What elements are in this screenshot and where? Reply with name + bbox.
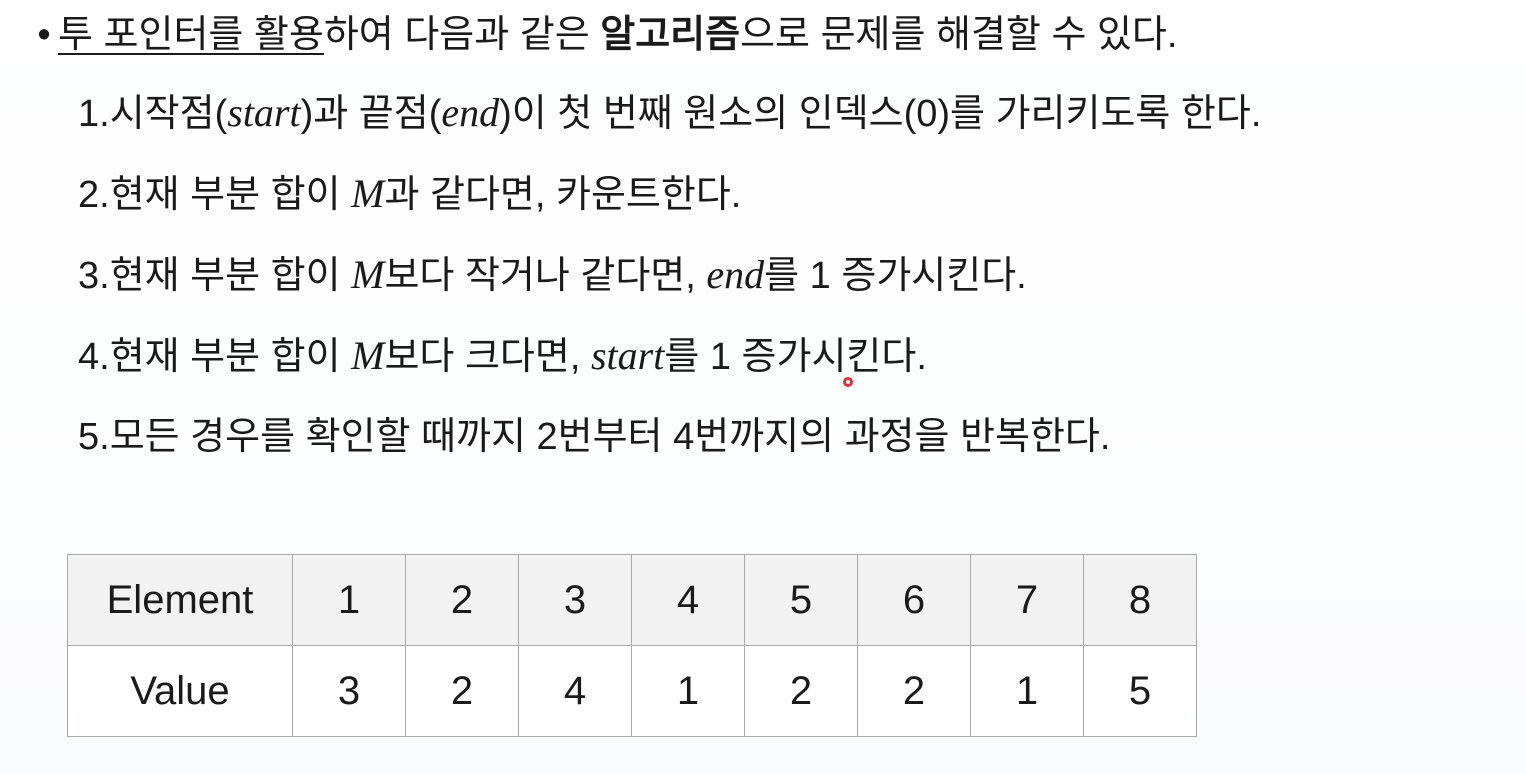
bullet-dot: •	[37, 14, 51, 56]
element-cell: 2	[405, 554, 519, 646]
value-header-cell: Value	[67, 645, 293, 737]
step-text: 시작점(	[109, 93, 228, 135]
math-variable: M	[351, 252, 385, 297]
step-text: 과 같다면, 카운트한다.	[384, 174, 742, 216]
step-item: 5.모든 경우를 확인할 때까지 2번부터 4번까지의 과정을 반복한다.	[78, 412, 1261, 493]
math-variable: start	[227, 90, 301, 135]
math-variable: M	[351, 333, 385, 378]
math-variable: start	[590, 333, 665, 378]
step-text: )이 첫 번째 원소의 인덱스(0)를 가리키도록 한다.	[499, 93, 1262, 135]
value-cell: 2	[744, 645, 858, 737]
value-cell: 2	[405, 645, 519, 737]
element-header-cell: Element	[67, 554, 293, 646]
step-text: 를 1 증가시킨다.	[664, 336, 927, 378]
step-number: 4.	[78, 336, 110, 378]
value-cell: 4	[518, 645, 632, 737]
step-text: 를 1 증가시킨다.	[764, 255, 1027, 297]
step-text: 보다 크다면,	[384, 336, 591, 378]
intro-middle-text: 하여 다음과 같은	[323, 14, 601, 56]
math-variable: end	[441, 90, 500, 135]
element-cell: 7	[970, 554, 1084, 646]
step-number: 1.	[78, 93, 110, 135]
element-cell: 6	[857, 554, 971, 646]
element-cell: 4	[631, 554, 745, 646]
step-item: 2.현재 부분 합이 M과 같다면, 카운트한다.	[78, 169, 1261, 250]
step-list: 1.시작점(start)과 끝점(end)이 첫 번째 원소의 인덱스(0)를 …	[78, 88, 1261, 493]
value-cell: 3	[292, 645, 406, 737]
step-number: 3.	[78, 255, 110, 297]
value-cell: 2	[857, 645, 971, 737]
value-cell: 5	[1083, 645, 1197, 737]
element-cell: 8	[1083, 554, 1197, 646]
intro-bullet: • 투 포인터를 활용하여 다음과 같은 알고리즘으로 문제를 해결할 수 있다.	[30, 10, 1177, 60]
laser-pointer-icon	[843, 377, 853, 387]
element-cell: 5	[744, 554, 858, 646]
element-cell: 3	[518, 554, 632, 646]
step-text: 모든 경우를 확인할 때까지 2번부터 4번까지의 과정을 반복한다.	[109, 416, 1111, 458]
underlined-phrase: 투 포인터를 활용	[58, 14, 324, 56]
step-number: 2.	[78, 174, 110, 216]
element-row: Element 12345678	[67, 554, 1197, 646]
math-variable: end	[706, 252, 765, 297]
math-variable: M	[351, 171, 385, 216]
value-cell: 1	[970, 645, 1084, 737]
intro-end-text: 으로 문제를 해결할 수 있다.	[740, 14, 1178, 56]
step-item: 3.현재 부분 합이 M보다 작거나 같다면, end를 1 증가시킨다.	[78, 250, 1261, 331]
step-number: 5.	[78, 416, 110, 458]
step-text: 현재 부분 합이	[109, 336, 352, 378]
step-text: )과 끝점(	[300, 93, 442, 135]
step-text: 현재 부분 합이	[109, 255, 352, 297]
step-item: 1.시작점(start)과 끝점(end)이 첫 번째 원소의 인덱스(0)를 …	[78, 88, 1261, 169]
bold-keyword: 알고리즘	[600, 14, 741, 56]
step-text: 보다 작거나 같다면,	[384, 255, 707, 297]
element-cell: 1	[292, 554, 406, 646]
element-value-table: Element 12345678 Value 32412215	[67, 554, 1197, 737]
step-text: 현재 부분 합이	[109, 174, 352, 216]
slide: • 투 포인터를 활용하여 다음과 같은 알고리즘으로 문제를 해결할 수 있다.…	[0, 0, 1526, 774]
value-cell: 1	[631, 645, 745, 737]
step-item: 4.현재 부분 합이 M보다 크다면, start를 1 증가시킨다.	[78, 331, 1261, 412]
value-row: Value 32412215	[67, 645, 1197, 737]
